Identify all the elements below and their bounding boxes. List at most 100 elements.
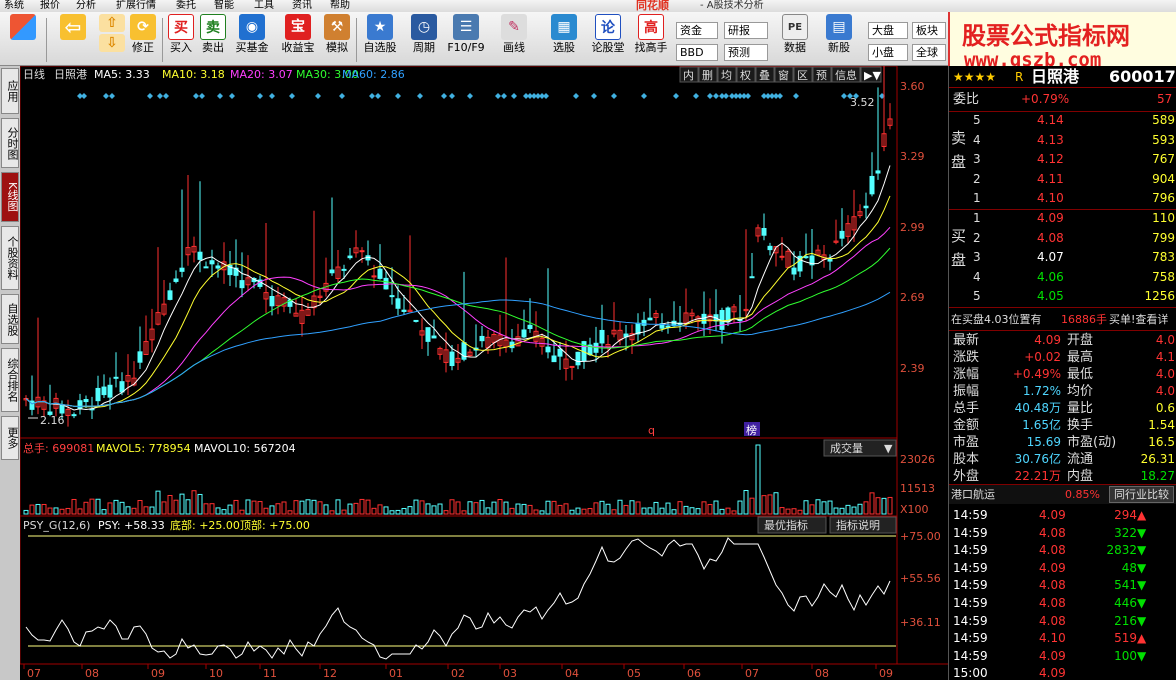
menu-smart[interactable]: 智能 — [214, 0, 234, 12]
tick-row: 14:59 4.08 541 ▼ — [949, 576, 1176, 594]
select-icon: ▦ — [551, 14, 577, 40]
volume-bar — [491, 501, 497, 515]
new-stock-button[interactable]: ▤ 新股 — [820, 14, 858, 54]
tick-row: 14:59 4.10 519 ▲ — [949, 629, 1176, 647]
candle-body — [203, 266, 209, 269]
tab-watchlist[interactable]: 自选股 — [1, 294, 19, 344]
fix-button[interactable]: ⟳ 修正 — [128, 14, 158, 54]
tab-more[interactable]: 更多 — [1, 416, 19, 460]
order-book-row[interactable]: 1 4.10 796 — [949, 189, 1176, 208]
diamond-marker — [573, 93, 579, 99]
tab-profile[interactable]: 个股资料 — [1, 226, 19, 290]
tick-price: 4.08 — [1039, 613, 1066, 628]
forecast-button[interactable]: 预测 — [724, 44, 768, 61]
volume-bar — [725, 507, 731, 515]
volume: 589 — [1152, 113, 1175, 127]
forum-button[interactable]: 论 论股堂 — [588, 14, 628, 54]
order-book-row[interactable]: 3 4.07 783 — [949, 248, 1176, 267]
menu-system[interactable]: 系统 — [4, 0, 24, 12]
sell-button[interactable]: 卖 卖出 — [198, 14, 228, 54]
menu-tools[interactable]: 工具 — [254, 0, 274, 12]
order-book-row[interactable]: 4 4.13 593 — [949, 131, 1176, 150]
small-cap-button[interactable]: 小盘 — [868, 44, 908, 61]
simulate-button[interactable]: ⚒ 模拟 — [322, 14, 352, 54]
volume-bar — [227, 504, 233, 515]
diamond-marker — [713, 93, 719, 99]
menu-extended[interactable]: 扩展行情 — [116, 0, 156, 12]
tick-volume: 48 — [1121, 560, 1137, 575]
volume-bar — [209, 503, 215, 515]
volume-bar — [383, 506, 389, 515]
page-up-button[interactable]: ⇧ ⇩ — [98, 14, 126, 52]
menu-analysis[interactable]: 分析 — [76, 0, 96, 12]
volume-bar — [455, 501, 461, 515]
tab-apps[interactable]: 应用 — [1, 68, 19, 114]
draw-line-button[interactable]: ✎ 画线 — [494, 14, 534, 54]
volume-bar — [689, 507, 695, 515]
order-book-row[interactable]: 3 4.12 767 — [949, 150, 1176, 169]
volume-bar — [257, 501, 263, 515]
candle-body — [401, 309, 407, 312]
sector-compare-button[interactable]: 同行业比较 — [1109, 486, 1174, 503]
order-book-row[interactable]: 2 4.11 904 — [949, 170, 1176, 189]
tab-kline[interactable]: K线图 — [1, 172, 19, 222]
diamond-marker — [641, 93, 647, 99]
stock-select-button[interactable]: ▦ 选股 — [544, 14, 584, 54]
expert-button[interactable]: 高 找高手 — [632, 14, 670, 54]
volume-bar — [29, 504, 35, 515]
funds-button[interactable]: 资金 — [676, 22, 718, 39]
stat-label: 振幅 — [953, 384, 980, 399]
order-book-row[interactable]: 5 4.14 589 — [949, 111, 1176, 130]
period-button[interactable]: ◷ 周期 — [406, 14, 442, 54]
order-book-row[interactable]: 1 4.09 110 — [949, 209, 1176, 228]
candle-body — [557, 348, 563, 357]
stat-row: 涨幅 +0.49% 最低 4.0 — [949, 366, 1176, 383]
volume-bar — [839, 507, 845, 515]
volume-bar — [371, 507, 377, 515]
tab-ranking[interactable]: 综合排名 — [1, 348, 19, 412]
menu-quote[interactable]: 报价 — [40, 0, 60, 12]
global-button[interactable]: 全球 — [912, 44, 946, 61]
shouyibao-button[interactable]: 宝 收益宝 — [278, 14, 318, 54]
candle-body — [545, 346, 551, 353]
order-book-row[interactable]: 4 4.06 758 — [949, 268, 1176, 287]
notice-row[interactable]: 在买盘4.03位置有 16886手 买单!查看详 — [949, 310, 1176, 329]
market-button[interactable]: 大盘 — [868, 22, 908, 39]
stat-value: 30.76亿 — [1014, 452, 1061, 466]
stat-value-2: 4.0 — [1155, 333, 1175, 347]
research-button[interactable]: 研报 — [724, 22, 768, 39]
data-button[interactable]: PE 数据 — [776, 14, 814, 54]
buy-fund-button[interactable]: ◉ 买基金 — [232, 14, 272, 54]
order-book-row[interactable]: 2 4.08 799 — [949, 229, 1176, 248]
menu-order[interactable]: 委托 — [176, 0, 196, 12]
sector-button[interactable]: 板块 — [912, 22, 946, 39]
simulate-label: 模拟 — [326, 41, 348, 54]
watchlist-button[interactable]: ★ 自选股 — [360, 14, 400, 54]
level: 4 — [973, 269, 981, 284]
menu-help[interactable]: 帮助 — [330, 0, 350, 12]
candle-body — [575, 351, 581, 366]
buy-button[interactable]: 买 买入 — [166, 14, 196, 54]
volume-bar — [527, 504, 533, 515]
stat-label-2: 开盘 — [1067, 333, 1094, 348]
menu-news[interactable]: 资讯 — [292, 0, 312, 12]
f10-button[interactable]: ☰ F10/F9 — [446, 14, 486, 54]
order-book-row[interactable]: 5 4.05 1256 — [949, 287, 1176, 306]
layout-button[interactable] — [8, 14, 38, 40]
volume-bar — [569, 509, 575, 515]
pencil-icon: ✎ — [501, 14, 527, 40]
chart-area[interactable]: 日线 日照港 MA5: 3.33 MA10: 3.18 MA20: 3.07 M… — [19, 51, 948, 680]
volume-bar — [515, 503, 521, 515]
month-tick: 06 — [687, 667, 701, 680]
back-button[interactable]: ⇦ — [58, 14, 88, 40]
volume-bar — [155, 490, 161, 515]
volume-bar — [389, 510, 395, 515]
level: 1 — [973, 211, 981, 225]
volume-bar — [35, 503, 41, 515]
diamond-marker — [315, 93, 321, 99]
bbd-button[interactable]: BBD — [676, 44, 718, 61]
volume-bar — [377, 504, 383, 515]
volume-bar — [713, 500, 719, 515]
tab-intraday[interactable]: 分时图 — [1, 118, 19, 168]
notice-link[interactable]: 买单!查看详 — [1109, 310, 1168, 329]
